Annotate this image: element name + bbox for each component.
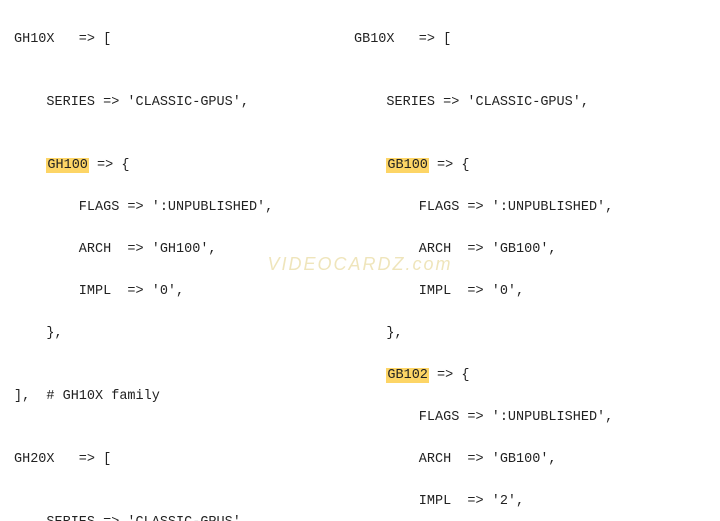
code-line: GH10X => [ [14, 29, 354, 50]
code-line: SERIES => 'CLASSIC-GPUS', [14, 92, 354, 113]
code-text: => { [429, 158, 470, 173]
code-columns: GH10X => [ SERIES => 'CLASSIC-GPUS', GH1… [0, 0, 720, 521]
code-line: ARCH => 'GB100', [354, 449, 712, 470]
code-line: SERIES => 'CLASSIC-GPUS', [14, 512, 354, 521]
code-text [14, 158, 46, 173]
code-line: GB100 => { [354, 155, 712, 176]
code-line: FLAGS => ':UNPUBLISHED', [354, 197, 712, 218]
code-line: }, [354, 323, 712, 344]
code-line: IMPL => '0', [14, 281, 354, 302]
code-line: FLAGS => ':UNPUBLISHED', [354, 407, 712, 428]
code-line: ARCH => 'GH100', [14, 239, 354, 260]
code-left-column: GH10X => [ SERIES => 'CLASSIC-GPUS', GH1… [14, 8, 354, 521]
code-text: => { [89, 158, 130, 173]
code-line: GB102 => { [354, 365, 712, 386]
code-line: FLAGS => ':UNPUBLISHED', [14, 197, 354, 218]
code-text [354, 158, 386, 173]
code-right-column: GB10X => [ SERIES => 'CLASSIC-GPUS', GB1… [354, 8, 712, 521]
highlight-gh100: GH100 [46, 158, 89, 173]
code-line: IMPL => '2', [354, 491, 712, 512]
highlight-gb102: GB102 [386, 368, 429, 383]
code-line: GB10X => [ [354, 29, 712, 50]
code-line: ARCH => 'GB100', [354, 239, 712, 260]
code-line: GH100 => { [14, 155, 354, 176]
code-text [354, 368, 386, 383]
code-line: IMPL => '0', [354, 281, 712, 302]
code-line: ], # GH10X family [14, 386, 354, 407]
highlight-gb100: GB100 [386, 158, 429, 173]
code-line: }, [14, 323, 354, 344]
code-line: GH20X => [ [14, 449, 354, 470]
code-line: SERIES => 'CLASSIC-GPUS', [354, 92, 712, 113]
code-text: => { [429, 368, 470, 383]
